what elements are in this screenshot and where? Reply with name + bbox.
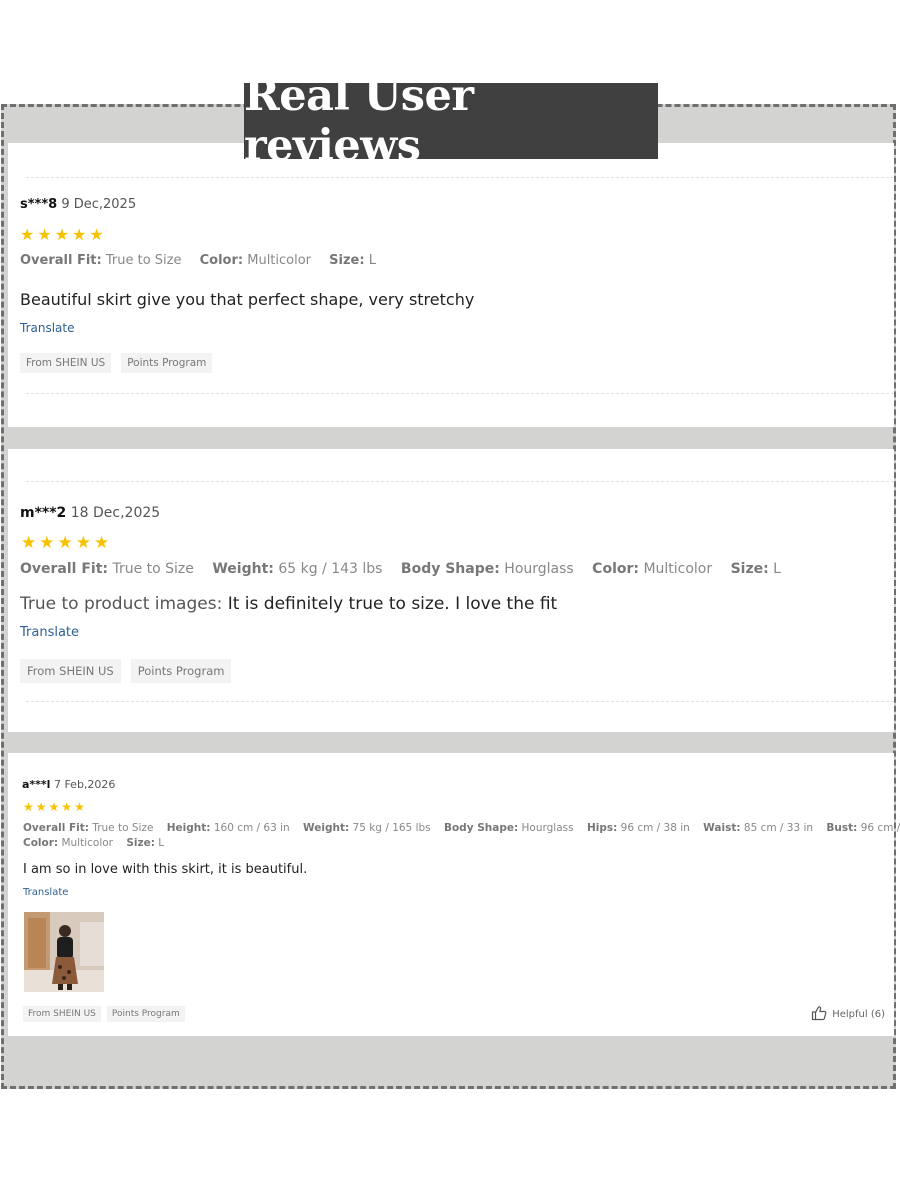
attr-key: Size:	[126, 837, 155, 849]
review-card-1: s***8 9 Dec,2025 ★ ★ ★ ★ ★ Overall Fit: True…	[8, 143, 894, 427]
star-icon: ★	[57, 533, 76, 553]
review-date: 18 Dec,2025	[70, 505, 161, 521]
attr-value: Multicolor	[61, 837, 113, 849]
star-rating: ★ ★ ★ ★ ★	[23, 800, 87, 814]
tag-points: Points Program	[130, 659, 232, 683]
attr-key: Size:	[329, 253, 365, 268]
banner-title: Real User reviews	[244, 71, 658, 171]
attr-value: L	[368, 253, 376, 268]
review-header: s***8 9 Dec,2025	[20, 197, 136, 212]
star-icon: ★	[74, 800, 87, 814]
review-question: True to product images:	[20, 594, 223, 614]
review-tags: From SHEIN US Points Program	[23, 1006, 195, 1022]
review-text-content: It is definitely true to size. I love th…	[227, 594, 558, 614]
star-icon: ★	[35, 800, 49, 814]
attr-key: Hips:	[586, 822, 618, 834]
review-card-2: m***2 18 Dec,2025 ★ ★ ★ ★ ★ Overall Fit: Tru…	[8, 449, 894, 732]
attr-key: Size:	[730, 561, 769, 577]
star-icon: ★	[48, 800, 62, 814]
review-photo[interactable]	[24, 912, 104, 992]
review-text: I am so in love with this skirt, it is b…	[23, 862, 307, 877]
attr-key: Weight:	[212, 561, 274, 577]
review-attributes: Overall Fit: True to Size Height: 160 cm…	[23, 822, 900, 834]
attr-key: Color:	[592, 561, 639, 577]
attr-value: L	[773, 561, 781, 577]
attr-value: 75 kg / 165 lbs	[352, 822, 431, 834]
tag-points: Points Program	[106, 1006, 185, 1022]
divider	[26, 701, 894, 702]
review-text-content: I am so in love with this skirt, it is b…	[23, 862, 308, 877]
review-tags: From SHEIN US Points Program	[20, 353, 222, 373]
star-icon: ★	[75, 533, 94, 553]
star-icon: ★	[54, 225, 73, 244]
reviewer-name: m***2	[20, 505, 67, 521]
review-tags: From SHEIN US Points Program	[20, 659, 241, 683]
review-date: 7 Feb,2026	[53, 778, 116, 791]
star-icon: ★	[72, 225, 90, 244]
attr-key: Overall Fit:	[20, 561, 108, 577]
thumbs-up-icon	[811, 1005, 827, 1024]
star-icon: ★	[21, 533, 40, 553]
attr-value: 96 cm / 38 in	[860, 822, 900, 834]
divider	[26, 481, 894, 482]
attr-key: Body Shape:	[443, 822, 519, 834]
helpful-label: Helpful (6)	[832, 1009, 885, 1020]
attr-value: Multicolor	[247, 253, 312, 268]
attr-value: True to Size	[105, 253, 182, 268]
review-header: a***l 7 Feb,2026	[22, 778, 115, 791]
attr-value: L	[158, 837, 165, 849]
review-attributes-line2: Color: Multicolor Size: L	[23, 837, 178, 849]
star-icon: ★	[39, 533, 58, 553]
review-card-3: a***l 7 Feb,2026 ★ ★ ★ ★ ★ Overall Fit: True…	[8, 753, 900, 1036]
star-icon: ★	[94, 533, 113, 553]
attr-value: Multicolor	[643, 561, 713, 577]
review-attributes: Overall Fit: True to Size Weight: 65 kg …	[20, 561, 795, 577]
review-text: True to product images: It is definitely…	[20, 594, 557, 614]
divider	[26, 177, 894, 178]
tag-source: From SHEIN US	[20, 659, 121, 683]
attr-key: Overall Fit:	[23, 822, 89, 834]
attr-value: 65 kg / 143 lbs	[278, 561, 383, 577]
divider	[26, 393, 894, 394]
star-rating: ★ ★ ★ ★ ★	[21, 533, 112, 553]
star-icon: ★	[37, 225, 55, 244]
attr-key: Weight:	[303, 822, 350, 834]
star-icon: ★	[23, 800, 36, 814]
review-text-content: Beautiful skirt give you that perfect sh…	[20, 290, 475, 309]
attr-value: 85 cm / 33 in	[743, 822, 814, 834]
star-icon: ★	[20, 225, 38, 244]
star-icon: ★	[89, 225, 107, 244]
attr-value: Hourglass	[504, 561, 574, 577]
attr-value: Hourglass	[521, 822, 574, 834]
helpful-button[interactable]: Helpful (6)	[811, 1005, 885, 1024]
star-icon: ★	[61, 800, 75, 814]
review-attributes: Overall Fit: True to Size Color: Multico…	[20, 253, 390, 268]
attr-key: Body Shape:	[400, 561, 500, 577]
review-header: m***2 18 Dec,2025	[20, 505, 160, 521]
tag-source: From SHEIN US	[23, 1006, 101, 1022]
attr-value: True to Size	[92, 822, 154, 834]
reviewer-name: s***8	[20, 197, 58, 212]
review-text: Beautiful skirt give you that perfect sh…	[20, 290, 474, 309]
tag-points: Points Program	[121, 353, 213, 373]
attr-value: 160 cm / 63 in	[213, 822, 290, 834]
attr-key: Bust:	[826, 822, 858, 834]
translate-link[interactable]: Translate	[23, 887, 68, 898]
review-date: 9 Dec,2025	[61, 197, 137, 212]
tag-source: From SHEIN US	[20, 353, 112, 373]
translate-link[interactable]: Translate	[20, 625, 79, 640]
attr-key: Height:	[166, 822, 211, 834]
attr-key: Color:	[199, 253, 244, 268]
star-rating: ★ ★ ★ ★ ★	[20, 225, 107, 244]
translate-link[interactable]: Translate	[20, 321, 75, 335]
attr-value: True to Size	[112, 561, 194, 577]
attr-value: 96 cm / 38 in	[620, 822, 690, 834]
attr-key: Waist:	[703, 822, 741, 834]
attr-key: Overall Fit:	[20, 253, 102, 268]
attr-key: Color:	[23, 837, 59, 849]
reviewer-name: a***l	[22, 778, 51, 791]
